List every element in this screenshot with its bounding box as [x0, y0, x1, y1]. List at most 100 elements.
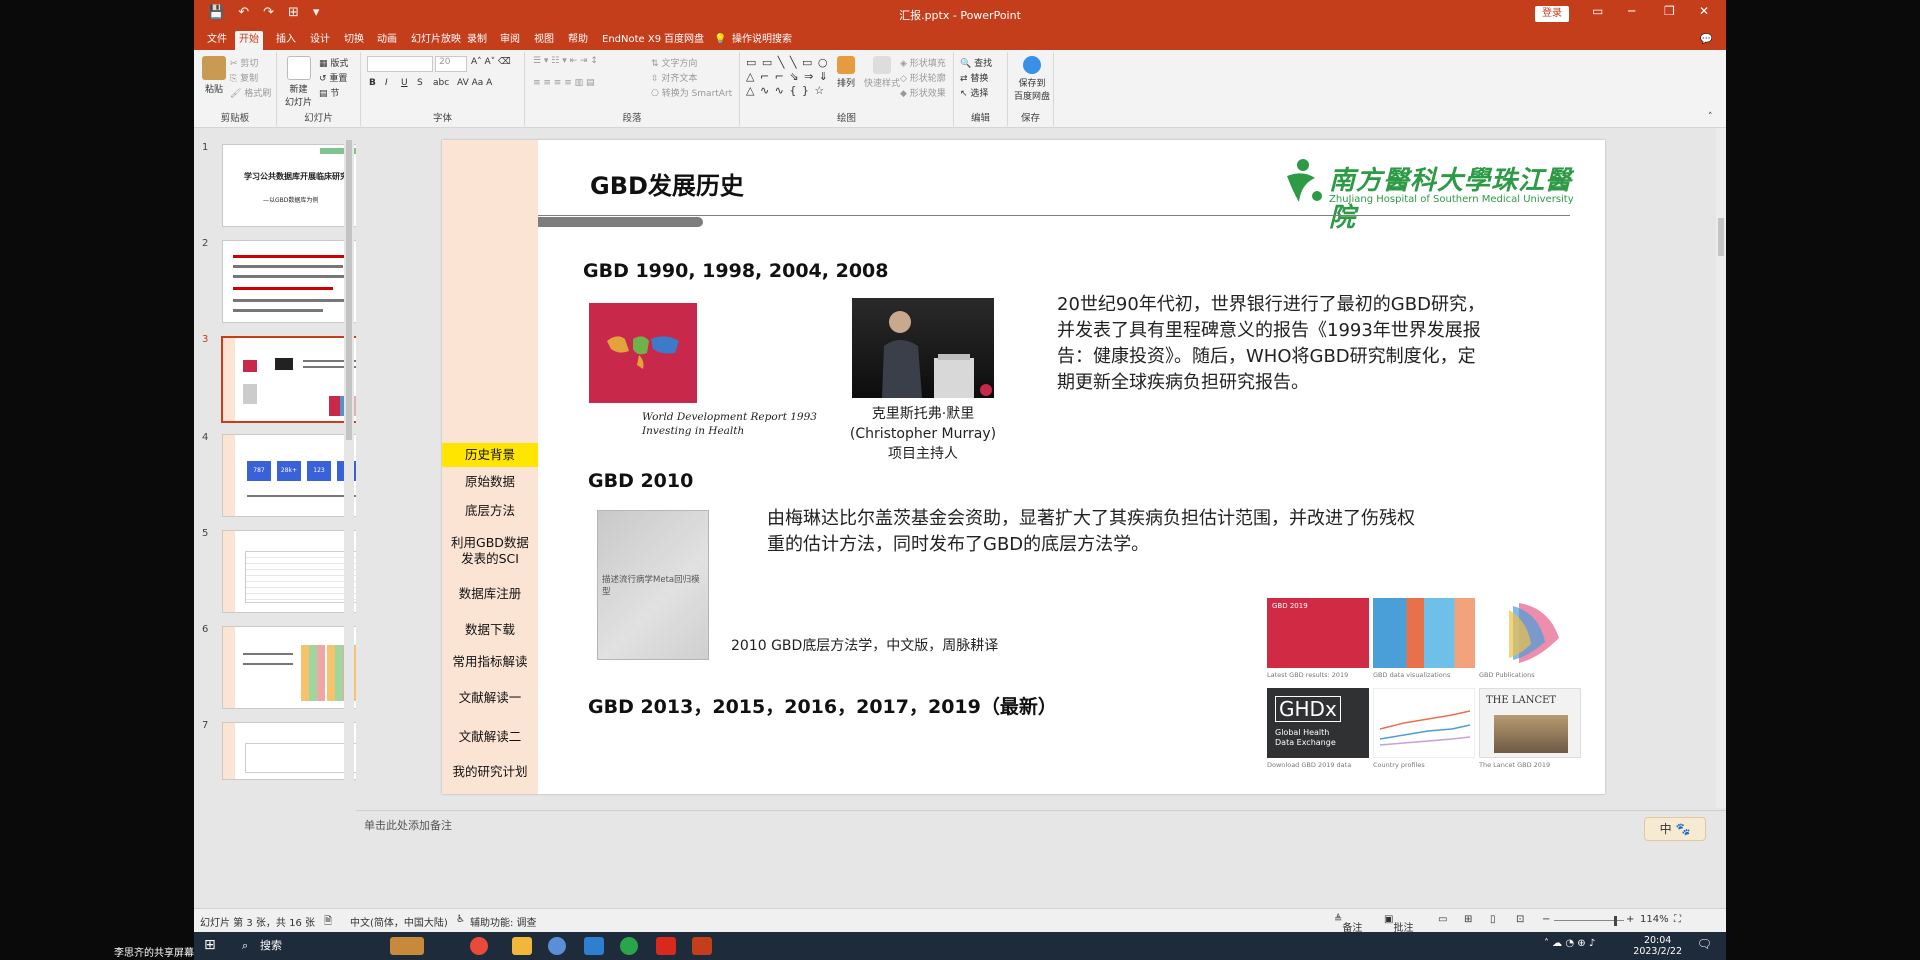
system-tray-icons[interactable]: ˄ ☁ ◔ ⊕ ♪ — [1544, 938, 1595, 949]
tab-home[interactable]: 开始 — [235, 31, 263, 50]
underline-icon[interactable]: U — [401, 78, 408, 88]
reading-view-icon[interactable]: ▯ — [1490, 914, 1496, 925]
cut-button[interactable]: ✂ 剪切 — [230, 56, 258, 69]
file-explorer-icon[interactable] — [512, 937, 532, 955]
current-slide[interactable]: 历史背景 原始数据 底层方法 利用GBD数据发表的SCI 数据库注册 数据下载 … — [442, 140, 1605, 794]
bold-icon[interactable]: B — [369, 78, 376, 88]
app-icon[interactable] — [548, 937, 566, 955]
ime-indicator[interactable]: 中 🐾 — [1644, 817, 1706, 841]
nav-item-indicators[interactable]: 常用指标解读 — [442, 654, 538, 670]
find-button[interactable]: 🔍 查找 — [960, 56, 992, 69]
restore-button[interactable]: ❐ — [1664, 4, 1675, 18]
spacing-icon[interactable]: AV Aa A — [457, 78, 492, 88]
tab-design[interactable]: 设计 — [306, 31, 334, 50]
canvas-scrollbar[interactable] — [1716, 128, 1726, 808]
tab-endnote[interactable]: EndNote X9 — [598, 31, 665, 50]
smartart-button[interactable]: ⎔ 转换为 SmartArt — [651, 86, 732, 99]
tab-animations[interactable]: 动画 — [373, 31, 401, 50]
close-button[interactable]: ✕ — [1699, 4, 1709, 18]
edge-icon[interactable] — [620, 937, 638, 955]
ribbon-display-icon[interactable]: ▭ — [1592, 4, 1603, 18]
notification-icon[interactable]: 🗨 — [1697, 937, 1712, 951]
new-slide-button[interactable]: 新建 幻灯片 — [285, 56, 312, 108]
italic-icon[interactable]: I — [385, 78, 388, 88]
normal-view-icon[interactable]: ▭ — [1438, 914, 1447, 925]
tab-record[interactable]: 录制 — [463, 31, 491, 50]
zoom-out-icon[interactable]: − — [1542, 914, 1550, 925]
tile-latest-results[interactable]: GBD 2019 — [1267, 598, 1369, 668]
tab-insert[interactable]: 插入 — [272, 31, 300, 50]
save-to-baidu-button[interactable]: 保存到 百度网盘 — [1014, 56, 1050, 102]
font-name-box[interactable] — [367, 56, 433, 72]
slide-sorter-icon[interactable]: ⊞ — [1464, 914, 1472, 925]
slideshow-view-icon[interactable]: ⊡ — [1516, 914, 1524, 925]
minimize-button[interactable]: ─ — [1628, 4, 1635, 18]
tile-ghdx[interactable]: GHDx Global Health Data Exchange — [1267, 688, 1369, 758]
bullets-icon[interactable]: ☰ ▾ ☷ ▾ ⇤ ⇥ ↕ — [533, 56, 598, 66]
notes-toggle[interactable]: ≜ 备注 — [1334, 914, 1362, 932]
align-text-button[interactable]: ⇳ 对齐文本 — [651, 71, 697, 84]
language-indicator[interactable]: 中文(简体，中国大陆) — [350, 914, 448, 929]
nav-item-methods[interactable]: 底层方法 — [442, 503, 538, 519]
scrollbar-thumb[interactable] — [1718, 218, 1724, 256]
section-button[interactable]: ▤ 节 — [319, 86, 339, 99]
notes-placeholder[interactable]: 单击此处添加备注 — [364, 817, 452, 833]
select-button[interactable]: ↖ 选择 — [960, 86, 988, 99]
text-direction-button[interactable]: ⇅ 文字方向 — [651, 56, 697, 69]
nav-item-raw-data[interactable]: 原始数据 — [442, 474, 538, 490]
chrome-icon[interactable] — [470, 937, 488, 955]
quick-styles-button[interactable]: 快速样式 — [864, 56, 900, 89]
comments-toggle[interactable]: ▣ 批注 — [1384, 914, 1413, 932]
shapes-gallery[interactable]: ▭ ▭ ╲ ╲ ▭ ○ △ ⌐ ⌐ ⇘ ⇒ ⇓ △ ∿ ∿ { } ☆ — [746, 56, 829, 98]
accessibility-status[interactable]: 辅助功能: 调查 — [470, 914, 537, 929]
collapse-ribbon-icon[interactable]: ˄ — [1708, 112, 1713, 122]
tile-country-profiles[interactable] — [1373, 688, 1475, 758]
pdf-reader-icon[interactable] — [656, 937, 676, 955]
tile-data-visualizations[interactable] — [1373, 598, 1475, 668]
taskbar-widget-icon[interactable] — [390, 937, 424, 955]
shadow-icon[interactable]: S — [417, 78, 423, 88]
reset-button[interactable]: ↺ 重置 — [319, 71, 347, 84]
tab-baidu-netdisk[interactable]: 百度网盘 — [660, 31, 708, 50]
zoom-slider-thumb[interactable] — [1614, 916, 1617, 926]
spellcheck-icon[interactable]: 🗎 — [324, 914, 332, 931]
photos-icon[interactable] — [584, 937, 604, 955]
shape-outline-button[interactable]: ◇ 形状轮廓 — [900, 71, 946, 84]
format-painter-button[interactable]: 🖌 格式刷 — [230, 86, 271, 99]
windows-start-icon[interactable]: ⊞ — [204, 937, 216, 953]
copy-button[interactable]: ⎘ 复制 — [230, 71, 258, 84]
arrange-button[interactable]: 排列 — [837, 56, 855, 89]
fit-slide-icon[interactable]: ⛶ — [1674, 914, 1681, 925]
tell-me-search[interactable]: 操作说明搜索 — [728, 31, 796, 50]
grow-font-icon[interactable]: A˄ A˅ ⌫ — [471, 57, 511, 67]
zoom-level[interactable]: 114% — [1640, 914, 1669, 925]
thumbnails-scrollbar[interactable] — [344, 128, 354, 910]
notes-pane[interactable]: 单击此处添加备注 — [356, 810, 1726, 908]
replace-button[interactable]: ⇄ 替换 — [960, 71, 988, 84]
tab-help[interactable]: 帮助 — [564, 31, 592, 50]
nav-item-history[interactable]: 历史背景 — [442, 443, 538, 467]
align-icons[interactable]: ≡ ≡ ≡ ≡ ▥ ▤ — [533, 78, 594, 88]
nav-item-registration[interactable]: 数据库注册 — [442, 586, 538, 602]
comments-icon[interactable]: 💬 — [1696, 31, 1716, 50]
taskbar-clock[interactable]: 20:04 2023/2/22 — [1633, 935, 1682, 957]
tab-slideshow[interactable]: 幻灯片放映 — [407, 31, 465, 50]
nav-item-literature-2[interactable]: 文献解读二 — [442, 729, 538, 745]
strikethrough-icon[interactable]: abc — [433, 78, 449, 88]
layout-button[interactable]: ▦ 版式 — [319, 56, 348, 69]
tab-file[interactable]: 文件 — [203, 31, 231, 50]
nav-item-literature-1[interactable]: 文献解读一 — [442, 690, 538, 706]
tile-publications[interactable] — [1479, 598, 1581, 668]
tab-transitions[interactable]: 切换 — [340, 31, 368, 50]
tab-review[interactable]: 审阅 — [496, 31, 524, 50]
shape-fill-button[interactable]: ◈ 形状填充 — [900, 56, 946, 69]
tile-lancet[interactable]: THE LANCET — [1479, 688, 1581, 758]
scrollbar-thumb[interactable] — [346, 140, 352, 440]
shape-effects-button[interactable]: ◆ 形状效果 — [900, 86, 946, 99]
powerpoint-taskbar-icon[interactable] — [692, 937, 712, 955]
font-size-box[interactable]: 20 — [435, 56, 467, 72]
taskbar-search[interactable]: ⌕ 搜索 — [238, 937, 378, 955]
accessibility-icon[interactable]: ♿ — [456, 914, 465, 925]
tab-view[interactable]: 视图 — [530, 31, 558, 50]
zoom-in-icon[interactable]: + — [1626, 914, 1634, 925]
